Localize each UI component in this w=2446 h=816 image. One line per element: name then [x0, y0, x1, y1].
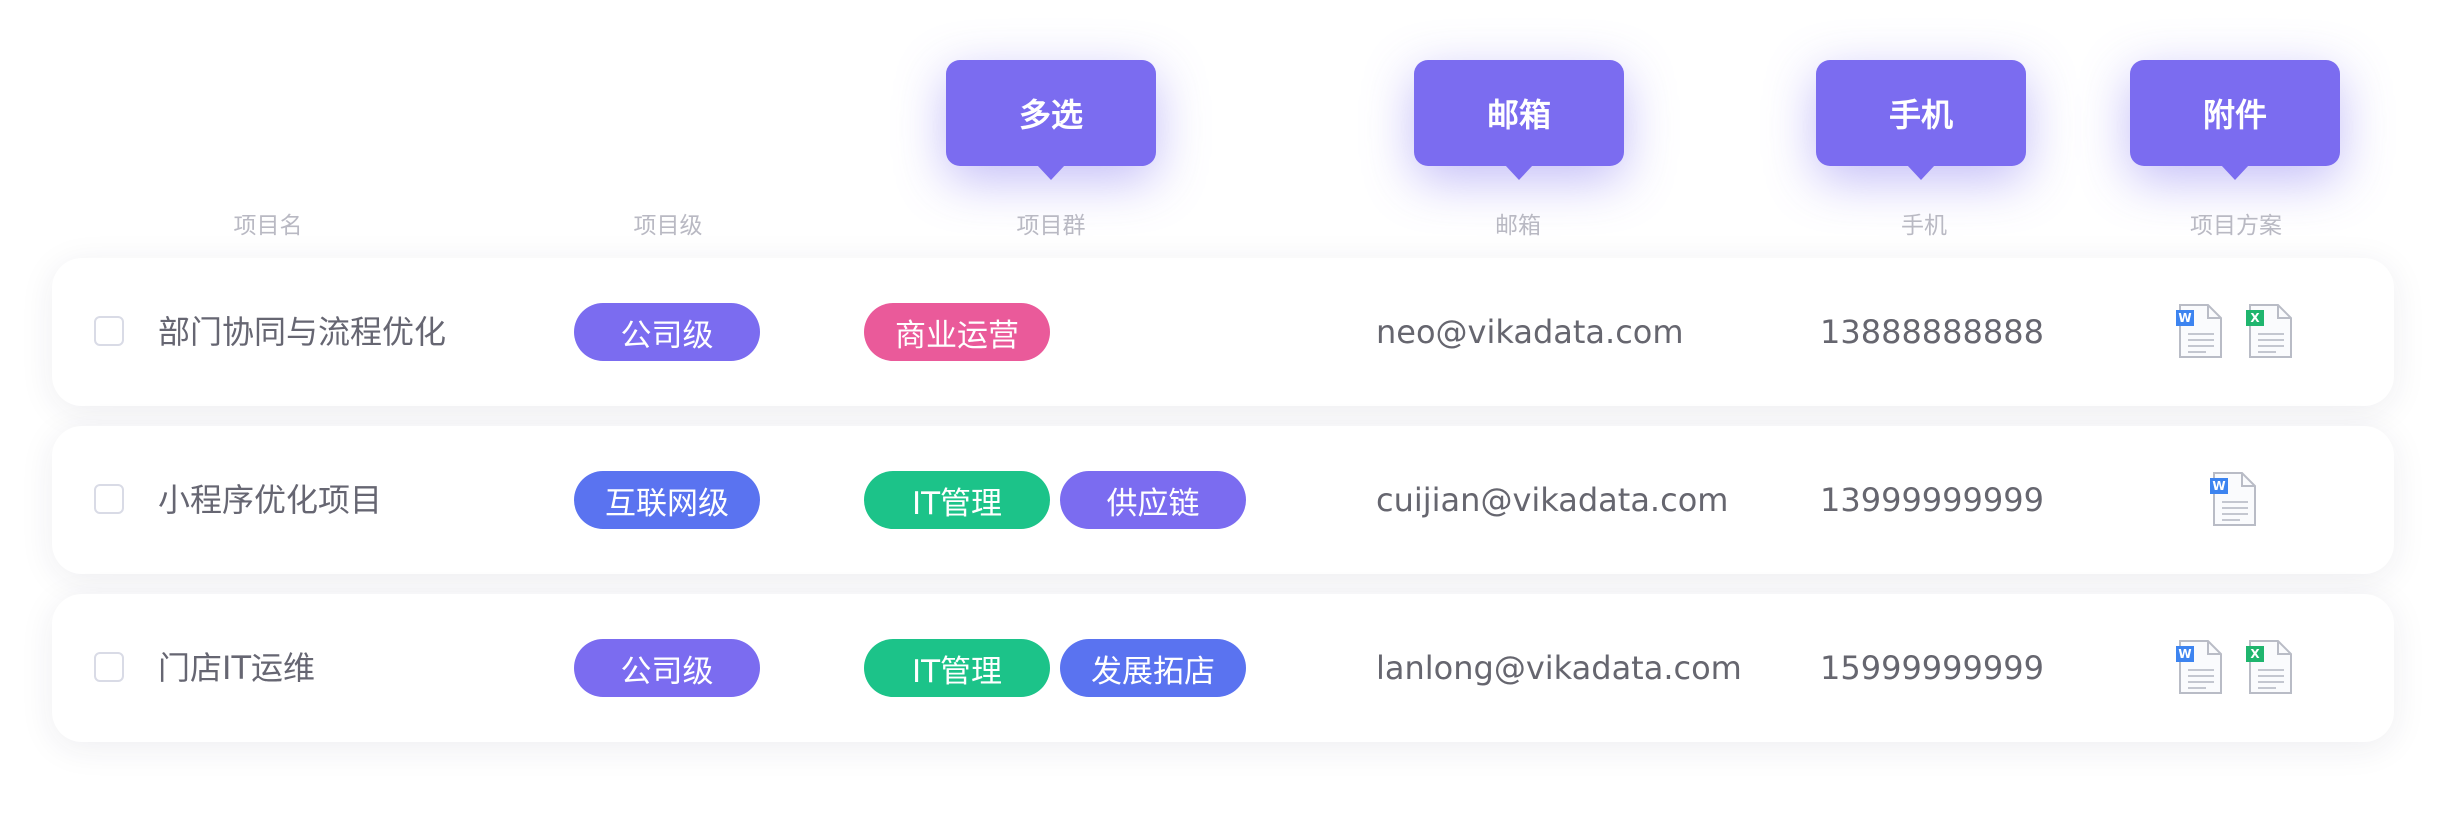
- callout-phone: 手机: [1816, 60, 2026, 180]
- level-badge[interactable]: 公司级: [574, 303, 760, 361]
- svg-text:W: W: [2212, 479, 2225, 493]
- level-badge[interactable]: 互联网级: [574, 471, 760, 529]
- project-name: 门店IT运维: [158, 649, 315, 687]
- table-row[interactable]: 部门协同与流程优化 公司级 商业运营 neo@vikadata.com 1388…: [52, 258, 2394, 406]
- row-checkbox[interactable]: [94, 316, 124, 346]
- level-badge[interactable]: 公司级: [574, 639, 760, 697]
- svg-text:X: X: [2250, 647, 2260, 661]
- svg-text:W: W: [2178, 647, 2191, 661]
- callout-attachment: 附件: [2130, 60, 2340, 180]
- word-file-icon[interactable]: W: [2176, 304, 2222, 358]
- group-tag[interactable]: 供应链: [1060, 471, 1246, 529]
- excel-file-icon[interactable]: X: [2246, 304, 2292, 358]
- phone-value[interactable]: 13888888888: [1820, 306, 2044, 358]
- table-row[interactable]: 小程序优化项目 互联网级 IT管理 供应链 cuijian@vikadata.c…: [52, 426, 2394, 574]
- svg-text:X: X: [2250, 311, 2260, 325]
- svg-text:W: W: [2178, 311, 2191, 325]
- group-tag[interactable]: 商业运营: [864, 303, 1050, 361]
- table-row[interactable]: 门店IT运维 公司级 IT管理 发展拓店 lanlong@vikadata.co…: [52, 594, 2394, 742]
- phone-value[interactable]: 13999999999: [1820, 474, 2044, 526]
- word-file-icon[interactable]: W: [2176, 640, 2222, 694]
- column-header-email[interactable]: 邮箱: [1398, 206, 1638, 240]
- row-checkbox[interactable]: [94, 484, 124, 514]
- word-file-icon[interactable]: W: [2210, 472, 2256, 526]
- email-value[interactable]: lanlong@vikadata.com: [1376, 642, 1742, 694]
- email-value[interactable]: neo@vikadata.com: [1376, 306, 1684, 358]
- callout-email: 邮箱: [1414, 60, 1624, 180]
- excel-file-icon[interactable]: X: [2246, 640, 2292, 694]
- column-header-level[interactable]: 项目级: [548, 206, 788, 240]
- row-checkbox[interactable]: [94, 652, 124, 682]
- column-header-name[interactable]: 项目名: [148, 206, 388, 240]
- column-header-phone[interactable]: 手机: [1804, 206, 2044, 240]
- project-name: 部门协同与流程优化: [158, 313, 447, 351]
- group-tag[interactable]: 发展拓店: [1060, 639, 1246, 697]
- group-tag[interactable]: IT管理: [864, 471, 1050, 529]
- callout-multi-select: 多选: [946, 60, 1156, 180]
- group-tag[interactable]: IT管理: [864, 639, 1050, 697]
- phone-value[interactable]: 15999999999: [1820, 642, 2044, 694]
- project-name: 小程序优化项目: [158, 481, 383, 519]
- column-header-group[interactable]: 项目群: [931, 206, 1171, 240]
- email-value[interactable]: cuijian@vikadata.com: [1376, 474, 1728, 526]
- column-header-plan[interactable]: 项目方案: [2116, 206, 2356, 240]
